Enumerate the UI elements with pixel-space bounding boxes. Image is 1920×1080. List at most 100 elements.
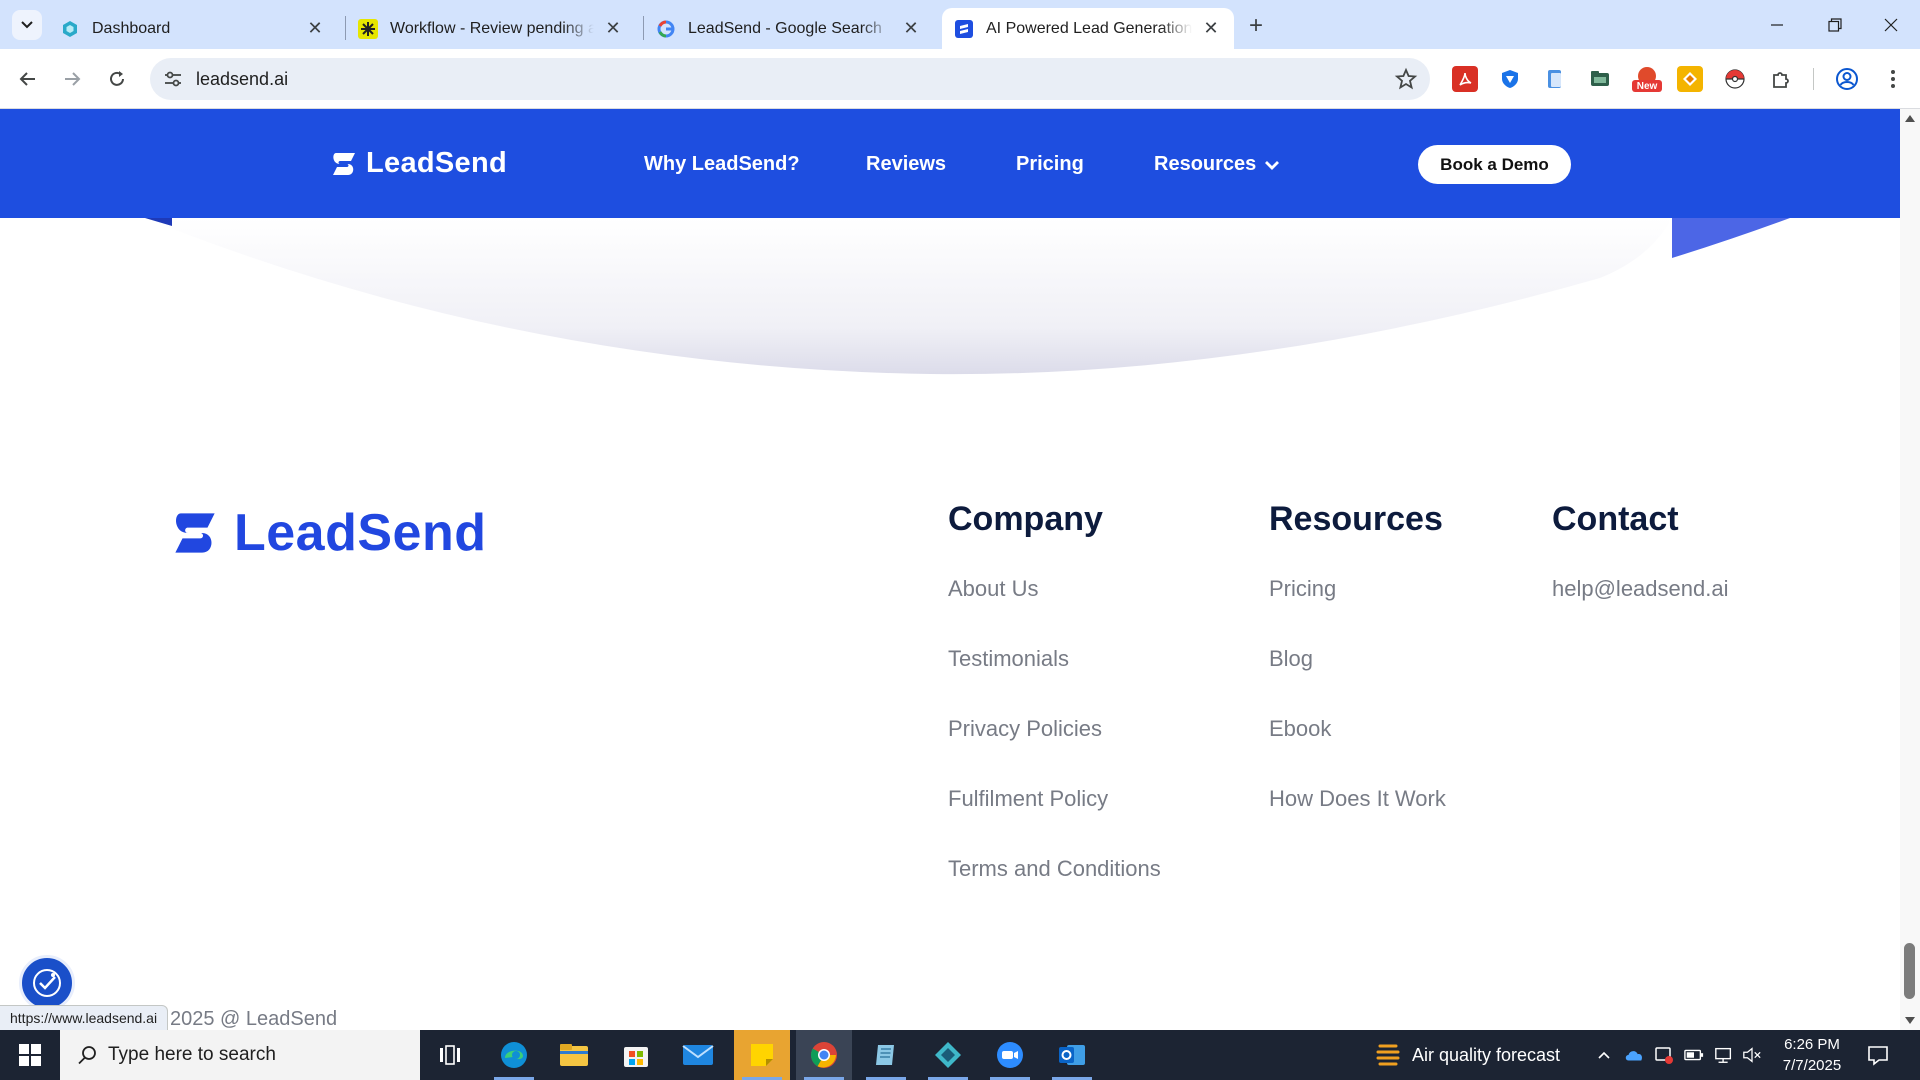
- taskbar-outlook[interactable]: [1044, 1030, 1100, 1080]
- start-button[interactable]: [0, 1030, 60, 1080]
- taskbar-store[interactable]: [608, 1030, 664, 1080]
- close-tab-icon[interactable]: ✕: [900, 18, 922, 40]
- mail-icon: [682, 1045, 714, 1065]
- url-text[interactable]: leadsend.ai: [196, 69, 288, 90]
- taskbar-sticky-notes[interactable]: [734, 1030, 790, 1080]
- footer-link-testimonials[interactable]: Testimonials: [948, 646, 1069, 672]
- weather-widget[interactable]: Air quality forecast: [1374, 1030, 1560, 1080]
- footer-link-about-us[interactable]: About Us: [948, 576, 1039, 602]
- book-demo-button[interactable]: Book a Demo: [1418, 145, 1571, 184]
- taskbar-search[interactable]: Type here to search: [60, 1030, 420, 1080]
- weather-text: Air quality forecast: [1412, 1044, 1561, 1065]
- section-curve-decoration: [0, 218, 1900, 378]
- footer-link-pricing[interactable]: Pricing: [1269, 576, 1336, 602]
- footer-link-ebook[interactable]: Ebook: [1269, 716, 1331, 742]
- sticky-notes-icon: [751, 1044, 773, 1066]
- taskbar-zoom[interactable]: [982, 1030, 1038, 1080]
- tab-google-search[interactable]: LeadSend - Google Search ✕: [644, 8, 934, 49]
- footer-heading-resources: Resources: [1269, 500, 1443, 538]
- page-scrollbar[interactable]: [1900, 109, 1920, 1030]
- header-brand-name: LeadSend: [366, 147, 507, 179]
- bookmark-star-icon[interactable]: [1394, 67, 1418, 91]
- taskbar-chrome[interactable]: [796, 1030, 852, 1080]
- footer-heading-contact: Contact: [1552, 500, 1679, 538]
- scroll-up-arrow-icon[interactable]: [1903, 112, 1917, 126]
- nav-resources[interactable]: Resources: [1154, 153, 1256, 176]
- leadsend-favicon-icon: [954, 19, 974, 39]
- taskbar-edge[interactable]: [486, 1030, 542, 1080]
- pokeball-extension-icon[interactable]: [1722, 66, 1748, 92]
- extensions-puzzle-icon[interactable]: [1768, 66, 1794, 92]
- profile-avatar-icon[interactable]: [1834, 66, 1860, 92]
- chrome-icon: [810, 1042, 837, 1068]
- browser-menu-icon[interactable]: [1880, 66, 1906, 92]
- close-tab-icon[interactable]: ✕: [602, 18, 624, 40]
- task-view-button[interactable]: [422, 1030, 478, 1080]
- footer-link-privacy-policies[interactable]: Privacy Policies: [948, 716, 1102, 742]
- reload-icon: [110, 71, 124, 86]
- leadsend-logo-icon: [333, 152, 355, 175]
- taskbar-mail[interactable]: [670, 1030, 726, 1080]
- tab-leadsend-active[interactable]: AI Powered Lead Generation Software ✕: [942, 8, 1234, 49]
- acrobat-extension-icon[interactable]: [1452, 66, 1478, 92]
- battery-icon[interactable]: [1684, 1045, 1704, 1065]
- scroll-down-arrow-icon[interactable]: [1903, 1013, 1917, 1027]
- tab-search-button[interactable]: [12, 10, 42, 40]
- windows-taskbar: Type here to search Air quality forecast: [0, 1030, 1920, 1080]
- taskbar-diamond-app[interactable]: [920, 1030, 976, 1080]
- taskbar-file-explorer[interactable]: [546, 1030, 602, 1080]
- folder-extension-icon[interactable]: [1587, 66, 1613, 92]
- back-button[interactable]: [12, 63, 44, 95]
- air-quality-icon: [1376, 1044, 1400, 1066]
- new-tab-button[interactable]: +: [1242, 12, 1270, 40]
- yellow-extension-icon[interactable]: [1677, 66, 1703, 92]
- onedrive-icon[interactable]: [1624, 1045, 1644, 1065]
- chevron-down-icon[interactable]: [1262, 155, 1282, 175]
- minimize-button[interactable]: [1748, 0, 1806, 49]
- footer-link-fulfilment-policy[interactable]: Fulfilment Policy: [948, 786, 1108, 812]
- new-badge-extension-icon[interactable]: New: [1632, 66, 1662, 92]
- dashboard-favicon-icon: [60, 19, 80, 39]
- header-logo[interactable]: LeadSend: [330, 147, 507, 180]
- notifications-icon[interactable]: [1866, 1043, 1890, 1067]
- forward-button[interactable]: [56, 63, 88, 95]
- footer-link-how-it-works[interactable]: How Does It Work: [1269, 786, 1446, 812]
- reload-button[interactable]: [101, 63, 133, 95]
- footer-link-blog[interactable]: Blog: [1269, 646, 1313, 672]
- nav-reviews[interactable]: Reviews: [866, 153, 946, 176]
- taskbar-clock[interactable]: 6:26 PM 7/7/2025: [1770, 1034, 1854, 1076]
- document-extension-icon[interactable]: [1542, 66, 1568, 92]
- close-window-button[interactable]: [1862, 0, 1920, 49]
- site-header: LeadSend Why LeadSend? Reviews Pricing R…: [0, 109, 1900, 218]
- clock-date: 7/7/2025: [1782, 1057, 1842, 1074]
- close-tab-icon[interactable]: ✕: [1200, 18, 1222, 40]
- restore-button[interactable]: [1806, 0, 1864, 49]
- address-bar[interactable]: leadsend.ai: [150, 58, 1430, 100]
- site-settings-icon[interactable]: [162, 68, 184, 90]
- diamond-app-icon: [935, 1042, 961, 1068]
- show-hidden-icons-button[interactable]: [1594, 1045, 1614, 1065]
- nav-pricing[interactable]: Pricing: [1016, 153, 1084, 176]
- footer-link-email[interactable]: help@leadsend.ai: [1552, 576, 1728, 602]
- scrollbar-thumb[interactable]: [1904, 943, 1915, 999]
- taskbar-notepad-app[interactable]: [858, 1030, 914, 1080]
- volume-muted-icon[interactable]: [1742, 1045, 1762, 1065]
- tab-title: LeadSend - Google Search: [688, 19, 882, 37]
- close-tab-icon[interactable]: ✕: [304, 18, 326, 40]
- windows-logo-icon: [19, 1044, 41, 1066]
- tab-workflow[interactable]: Workflow - Review pending approvals ✕: [346, 8, 636, 49]
- tab-title: Dashboard: [92, 19, 171, 37]
- footer-heading-company: Company: [948, 500, 1103, 538]
- accessibility-button[interactable]: [19, 955, 75, 1011]
- shield-extension-icon[interactable]: [1497, 66, 1523, 92]
- arrow-left-icon: [19, 72, 35, 86]
- workflow-favicon-icon: [358, 18, 378, 39]
- tab-title: Workflow - Review pending approvals: [390, 19, 594, 37]
- footer-link-terms[interactable]: Terms and Conditions: [948, 856, 1161, 882]
- security-tray-icon[interactable]: [1654, 1045, 1674, 1065]
- footer-logo[interactable]: LeadSend: [170, 503, 487, 563]
- network-icon[interactable]: [1714, 1045, 1734, 1065]
- nav-why-leadsend[interactable]: Why LeadSend?: [644, 153, 800, 176]
- edge-icon: [501, 1042, 527, 1068]
- tab-dashboard[interactable]: Dashboard ✕: [48, 8, 338, 49]
